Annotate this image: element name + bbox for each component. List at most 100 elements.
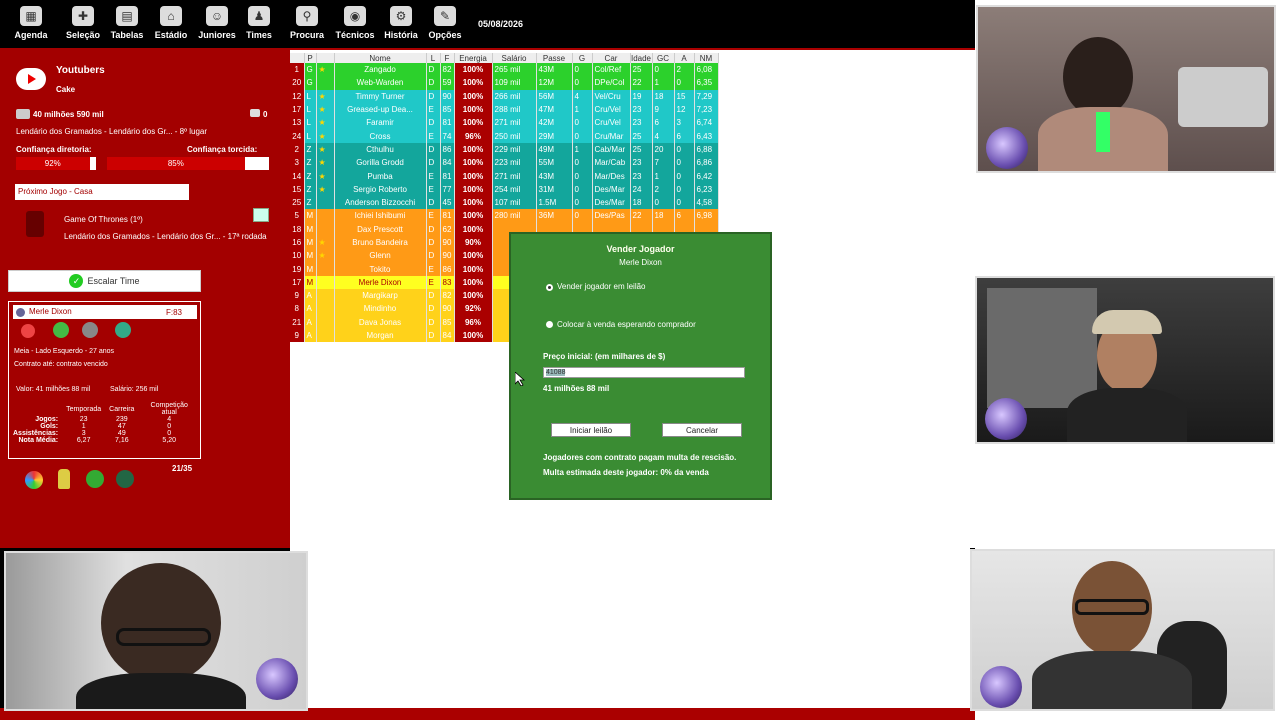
cell-sal: 265 mil <box>492 63 537 77</box>
star-icon: ★ <box>316 102 335 117</box>
player-row[interactable]: 15 Z ★ Sergio Roberto E 77 100% 254 mil 31M 0 Des/… <box>290 182 719 196</box>
column-header[interactable] <box>290 53 305 63</box>
player-action-train-icon[interactable] <box>53 322 69 338</box>
nav-seleção[interactable]: ✚ Seleção <box>58 6 108 40</box>
cell-gc: 0 <box>652 195 675 210</box>
star-icon: ★ <box>318 238 326 247</box>
player-flag-icon <box>16 308 25 317</box>
player-row[interactable]: 12 L ★ Timmy Turner D 90 100% 266 mil 56M 4 Vel/Cr… <box>290 89 719 103</box>
cell-passe: 47M <box>536 102 573 117</box>
player-row[interactable]: 1 G ★ Zangado D 82 100% 265 mil 43M 0 Col/Ref 25 0 2 6… <box>290 63 719 77</box>
auction-radio[interactable] <box>546 284 553 291</box>
player-row[interactable]: 20 G Web-Warden D 59 100% 109 mil 12M 0 DPe/Col 22… <box>290 76 719 90</box>
cell-gc: 1 <box>652 169 675 183</box>
glasses <box>1075 599 1149 615</box>
nav-tabelas[interactable]: ▤ Tabelas <box>102 6 152 40</box>
cell-l: E <box>426 129 441 143</box>
nav-agenda[interactable]: ▦ Agenda <box>6 6 56 40</box>
column-header[interactable]: F <box>440 53 455 63</box>
cell-gc: 0 <box>652 63 675 77</box>
star-icon: ★ <box>316 156 335 170</box>
player-action-contract-icon[interactable] <box>82 322 98 338</box>
search-icon: ⚲ <box>296 6 318 26</box>
cell-l: D <box>426 63 441 77</box>
column-header[interactable]: A <box>674 53 695 63</box>
star-icon: ★ <box>316 182 335 196</box>
cancel-button[interactable]: Cancelar <box>662 423 742 437</box>
wait-buyer-radio[interactable] <box>546 321 553 328</box>
cell-f: 85 <box>440 102 455 117</box>
message-icon[interactable] <box>250 109 260 117</box>
column-header[interactable]: L <box>426 53 441 63</box>
nav-label: Procura <box>289 30 324 40</box>
player-action-sell-icon[interactable] <box>21 324 35 338</box>
stats-cell: 5,20 <box>162 437 177 444</box>
color-wheel-icon[interactable] <box>25 471 43 489</box>
player-action-scout-icon[interactable] <box>115 322 131 338</box>
price-input[interactable]: 41088 <box>543 367 745 378</box>
player-icon <box>316 289 335 303</box>
cell-l: D <box>426 156 441 170</box>
team-badge-icon[interactable] <box>116 470 134 488</box>
cell-l: E <box>426 169 441 183</box>
nav-história[interactable]: ⚙ História <box>376 6 426 40</box>
cell-e: 100% <box>454 76 493 90</box>
column-header[interactable]: Car <box>592 53 631 63</box>
column-header[interactable]: NM <box>694 53 719 63</box>
player-row[interactable]: 24 L ★ Cross E 74 96% 250 mil 29M 0 Cru/Mar 25 4 6 6,4… <box>290 129 719 143</box>
tactics-icon[interactable] <box>253 208 269 222</box>
column-header[interactable]: Idade <box>630 53 653 63</box>
cell-l: E <box>426 262 441 276</box>
stats-cell: Assistências: <box>13 430 59 437</box>
cell-car: Mar/Cab <box>592 156 631 170</box>
player-row[interactable]: 17 L ★ Greased-up Dea... E 85 100% 288 mil 47M 1 C… <box>290 102 719 117</box>
cell-l: D <box>426 195 441 210</box>
nav-times[interactable]: ♟ Times <box>234 6 284 40</box>
youtube-logo-icon <box>16 68 46 90</box>
player-row[interactable]: 14 Z ★ Pumba E 81 100% 271 mil 43M 0 Mar/Des 23 1 0 6,… <box>290 169 719 183</box>
star-icon: ★ <box>316 169 335 183</box>
cell-sal: 250 mil <box>492 129 537 143</box>
stats-col-current: Competição atual <box>150 402 188 416</box>
calendar-icon: ▦ <box>20 6 42 26</box>
cell-g: 0 <box>572 209 593 223</box>
cell-l: E <box>426 182 441 196</box>
auction-option-label[interactable]: Vender jogador em leilão <box>557 282 646 291</box>
nav-opções[interactable]: ✎ Opções <box>420 6 470 40</box>
glasses <box>116 628 211 646</box>
cell-a: 0 <box>674 169 695 183</box>
player-row[interactable]: 2 Z ★ Cthulhu D 86 100% 229 mil 49M 1 Cab/Mar 25 20 0… <box>290 142 719 157</box>
bed <box>1178 67 1268 127</box>
start-auction-button[interactable]: Iniciar leilão <box>551 423 631 437</box>
cell-p: M <box>304 275 317 290</box>
cell-a: 2 <box>674 63 695 77</box>
player-row[interactable]: 3 Z ★ Gorilla Grodd D 84 100% 223 mil 55M 0 Mar/Ca… <box>290 156 719 170</box>
nav-técnicos[interactable]: ◉ Técnicos <box>330 6 380 40</box>
nav-estádio[interactable]: ⌂ Estádio <box>146 6 196 40</box>
cell-f: 59 <box>440 76 455 90</box>
player-row[interactable]: 13 L ★ Faramir D 81 100% 271 mil 42M 0 Cru/Vel 23 6 3… <box>290 116 719 130</box>
column-header[interactable]: P <box>304 53 317 63</box>
column-header[interactable]: GC <box>652 53 675 63</box>
column-header[interactable]: Salário <box>492 53 537 63</box>
column-header[interactable]: Nome <box>334 53 427 63</box>
stats-cell: Gols: <box>40 423 59 430</box>
cell-car: Des/Mar <box>592 195 631 210</box>
star-icon: ★ <box>318 131 326 141</box>
wait-buyer-option-label[interactable]: Colocar à venda esperando comprador <box>557 320 696 329</box>
soccer-ball-icon[interactable] <box>86 470 104 488</box>
player-row[interactable]: 25 Z Anderson Bizzocchi D 45 100% 107 mil 1.5M 0… <box>290 195 719 210</box>
cell-n: 24 <box>290 129 305 143</box>
column-header[interactable] <box>316 53 335 63</box>
cell-l: D <box>426 249 441 263</box>
cell-name: Dax Prescott <box>334 222 427 236</box>
player-row[interactable]: 5 M Ichiei Ishibumi E 81 100% 280 mil 36M 0 Des/P… <box>290 209 719 223</box>
nav-procura[interactable]: ⚲ Procura <box>282 6 332 40</box>
cell-car: Cab/Mar <box>592 142 631 157</box>
column-header[interactable]: Passe <box>536 53 573 63</box>
escalar-time-button[interactable]: ✓ Escalar Time <box>8 270 201 292</box>
trophy-icon[interactable] <box>58 469 70 489</box>
column-header[interactable]: G <box>572 53 593 63</box>
column-header[interactable]: Energia <box>454 53 493 63</box>
nav-label: Estádio <box>154 30 188 40</box>
